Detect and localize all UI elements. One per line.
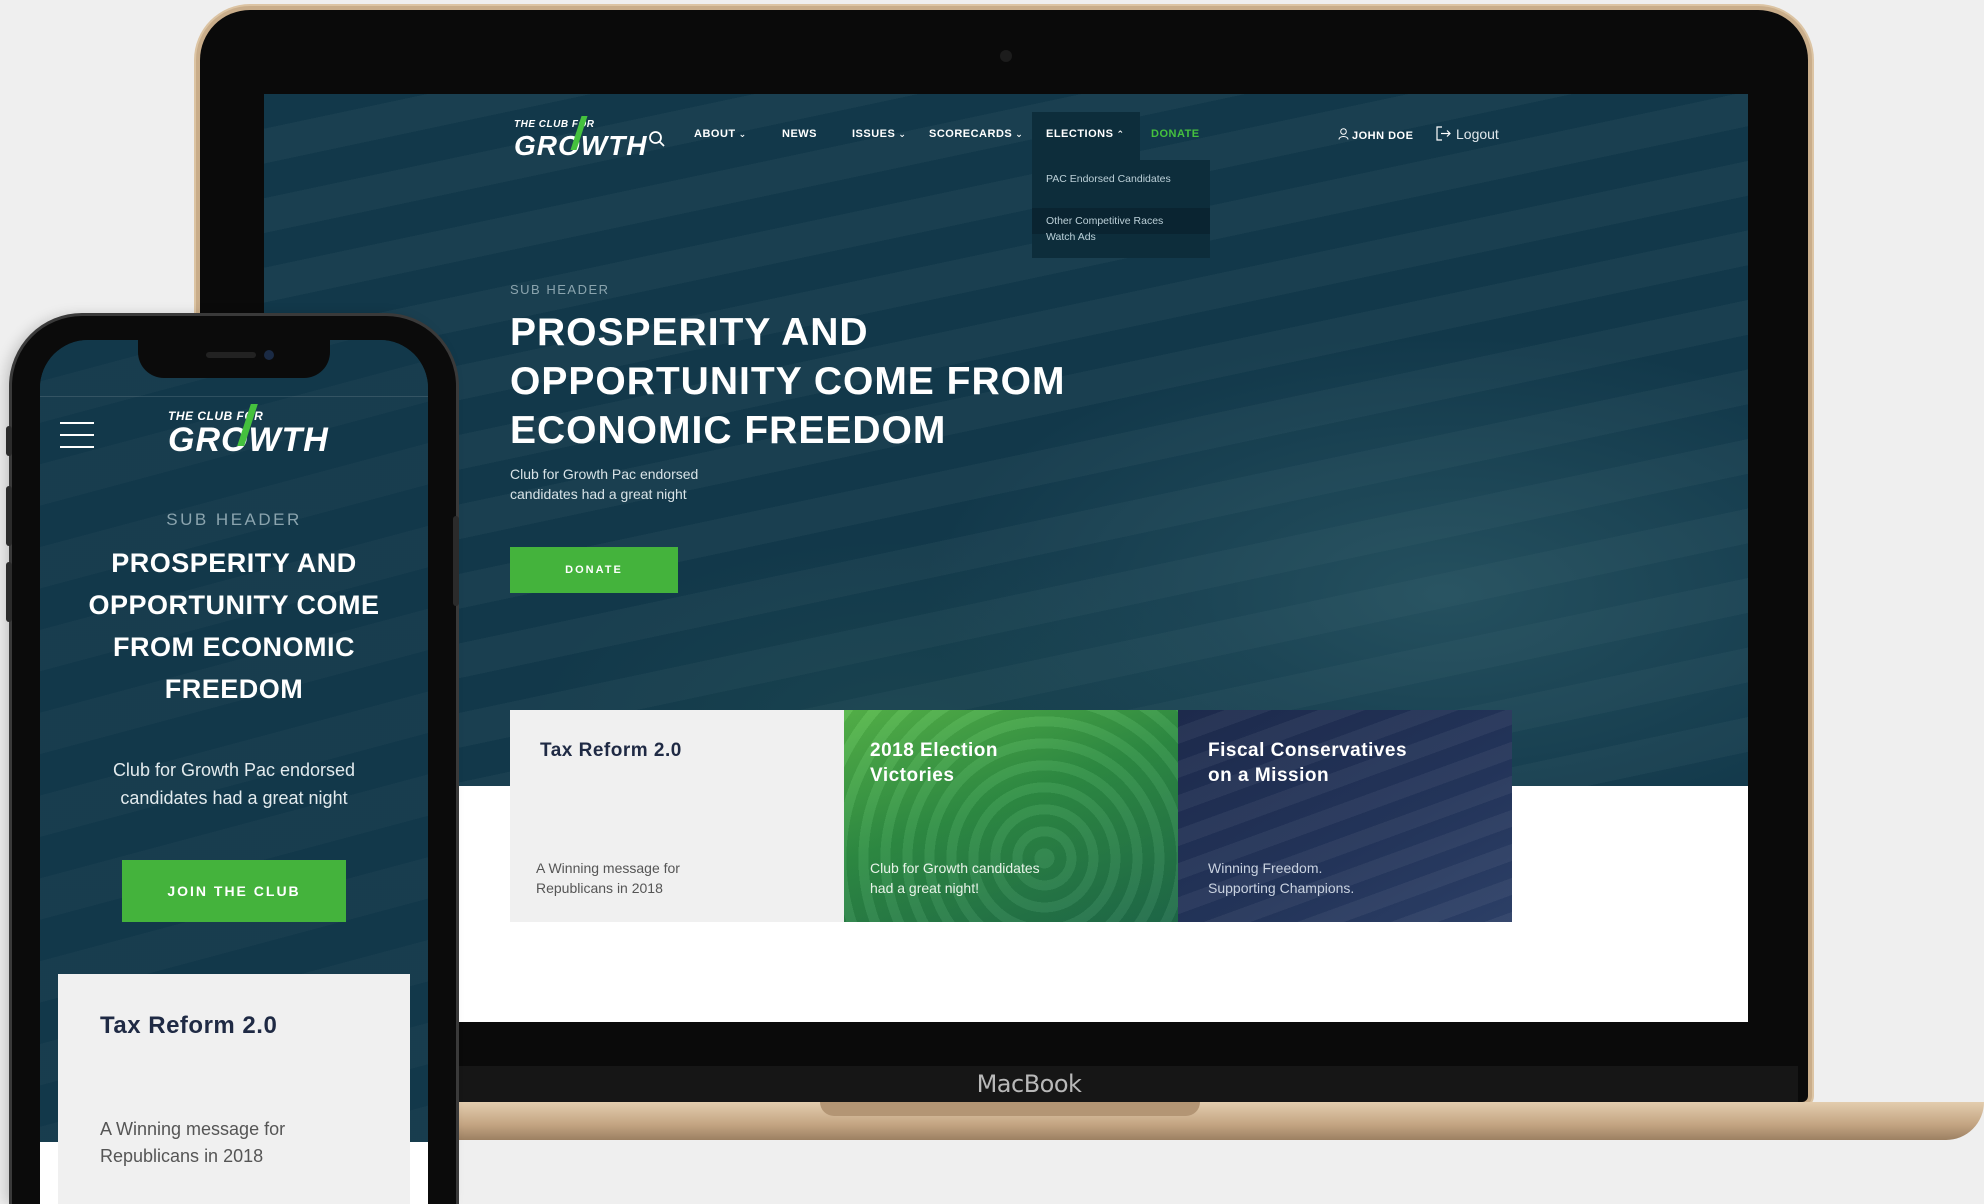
card-desc-line: Club for Growth candidates (870, 860, 1040, 876)
mobile-subheader: SUB HEADER (166, 510, 302, 529)
hero-subheader: SUB HEADER (510, 282, 610, 297)
hamburger-menu-icon[interactable] (60, 422, 94, 450)
phone-side-button (6, 426, 12, 456)
dropdown-item-other-races[interactable]: Other Competitive Races (1046, 215, 1163, 227)
card-desc-line: had a great night! (870, 880, 979, 896)
camera-icon (1000, 50, 1012, 62)
hero-title-line: PROSPERITY AND (510, 311, 869, 354)
mobile-site-logo[interactable]: THE CLUB FOR GROWTH (168, 404, 328, 466)
nav-about[interactable]: ABOUT ⌄ (694, 128, 747, 140)
phone-side-button (453, 516, 459, 606)
macbook-label: MacBook (260, 1066, 1798, 1102)
hero-subtitle-line: candidates had a great night (120, 788, 348, 808)
search-icon[interactable] (648, 130, 666, 148)
card-description: Winning Freedom. Supporting Champions. (1208, 858, 1354, 898)
speaker-grille (206, 352, 256, 358)
card-title: 2018 Election Victories (870, 738, 998, 788)
phone-notch (138, 340, 330, 378)
join-the-club-button[interactable]: JOIN THE CLUB (122, 860, 346, 922)
hero-title-line: ECONOMIC FREEDOM (510, 409, 947, 452)
card-description: Club for Growth candidates had a great n… (870, 858, 1040, 898)
desktop-screen: THE CLUB FOR GROWTH ABOUT ⌄ NEWS ISSUES ⌄ … (264, 94, 1748, 1022)
hero-subtitle-line: candidates had a great night (510, 486, 687, 502)
nav-scorecards-label: SCORECARDS (929, 128, 1013, 140)
hero-title-line: PROSPERITY AND (111, 548, 357, 578)
nav-donate[interactable]: DONATE (1151, 128, 1200, 140)
logout-link[interactable]: Logout (1436, 126, 1499, 142)
mobile-card-tax-reform[interactable]: Tax Reform 2.0 A Winning message for Rep… (58, 974, 410, 1204)
card-desc-line: Supporting Champions. (1208, 880, 1355, 896)
card-title-line: Tax Reform 2.0 (540, 740, 682, 761)
logout-icon (1436, 126, 1451, 141)
card-desc-line: A Winning message for (536, 860, 680, 876)
card-election-victories[interactable]: 2018 Election Victories Club for Growth … (844, 710, 1178, 922)
donate-button[interactable]: DONATE (510, 547, 678, 593)
card-title: Tax Reform 2.0 (100, 1012, 278, 1039)
logout-label: Logout (1456, 126, 1499, 142)
nav-about-label: ABOUT (694, 128, 736, 140)
mobile-hero-title: PROSPERITY AND OPPORTUNITY COME FROM ECO… (40, 542, 428, 710)
hero-title-line: FROM ECONOMIC (113, 632, 355, 662)
card-desc-line: Republicans in 2018 (536, 880, 663, 896)
nav-news[interactable]: NEWS (782, 128, 817, 140)
card-title: Fiscal Conservatives on a Mission (1208, 738, 1407, 788)
mobile-screen: THE CLUB FOR GROWTH SUB HEADER PROSPERIT… (40, 340, 428, 1204)
card-title: Tax Reform 2.0 (540, 738, 682, 763)
mobile-header-divider (40, 396, 428, 397)
hero-subtitle: Club for Growth Pac endorsed candidates … (510, 464, 698, 504)
nav-elections[interactable]: ELECTIONS ⌃ (1046, 128, 1125, 140)
site-logo[interactable]: THE CLUB FOR GROWTH (514, 116, 648, 164)
chevron-down-icon: ⌄ (898, 129, 907, 139)
card-description: A Winning message for Republicans in 201… (100, 1116, 285, 1170)
nav-issues[interactable]: ISSUES ⌄ (852, 128, 906, 140)
chevron-down-icon: ⌄ (1015, 129, 1024, 139)
card-title-line: 2018 Election (870, 740, 998, 761)
phone-side-button (6, 562, 12, 622)
hero-title-line: OPPORTUNITY COME FROM (510, 360, 1066, 403)
mobile-hero-subtitle: Club for Growth Pac endorsed candidates … (40, 756, 428, 812)
nav-scorecards[interactable]: SCORECARDS ⌄ (929, 128, 1023, 140)
chevron-up-icon: ⌃ (1116, 129, 1125, 139)
user-name: JOHN DOE (1352, 130, 1414, 142)
card-title-line: Fiscal Conservatives (1208, 740, 1408, 761)
dropdown-item-pac-endorsed[interactable]: PAC Endorsed Candidates (1046, 173, 1171, 185)
hero-title-line: FREEDOM (164, 674, 304, 704)
card-desc-line: Winning Freedom. (1208, 860, 1323, 876)
chevron-down-icon: ⌄ (738, 129, 747, 139)
hero-subtitle-line: Club for Growth Pac endorsed (112, 760, 356, 780)
front-camera-icon (264, 350, 274, 360)
card-title-line: Victories (870, 765, 955, 786)
card-desc-line: A Winning message for (100, 1119, 286, 1139)
logo-line-2: GROWTH (514, 130, 648, 161)
hero-title: PROSPERITY AND OPPORTUNITY COME FROM ECO… (510, 308, 1065, 455)
phone-side-button (6, 486, 12, 546)
hero-subtitle-line: Club for Growth Pac endorsed (510, 466, 699, 482)
hero-title-line: OPPORTUNITY COME (88, 590, 380, 620)
iphone-frame: THE CLUB FOR GROWTH SUB HEADER PROSPERIT… (6, 316, 459, 1204)
logo-line-1: THE CLUB FOR (514, 119, 595, 130)
card-title-line: on a Mission (1208, 765, 1330, 786)
nav-elections-label: ELECTIONS (1046, 128, 1114, 140)
nav-issues-label: ISSUES (852, 128, 896, 140)
macbook-hinge-notch (820, 1102, 1200, 1116)
card-description: A Winning message for Republicans in 201… (536, 858, 680, 898)
elections-dropdown-menu: PAC Endorsed Candidates Other Competitiv… (1032, 160, 1210, 258)
user-account[interactable]: JOHN DOE (1338, 128, 1413, 142)
user-icon (1338, 128, 1349, 140)
dropdown-item-watch-ads[interactable]: Watch Ads (1046, 231, 1096, 243)
nav-news-label: NEWS (782, 128, 817, 140)
card-desc-line: Republicans in 2018 (100, 1146, 264, 1166)
card-tax-reform[interactable]: Tax Reform 2.0 A Winning message for Rep… (510, 710, 844, 922)
card-fiscal-conservatives[interactable]: Fiscal Conservatives on a Mission Winnin… (1178, 710, 1512, 922)
nav-donate-label: DONATE (1151, 128, 1200, 140)
